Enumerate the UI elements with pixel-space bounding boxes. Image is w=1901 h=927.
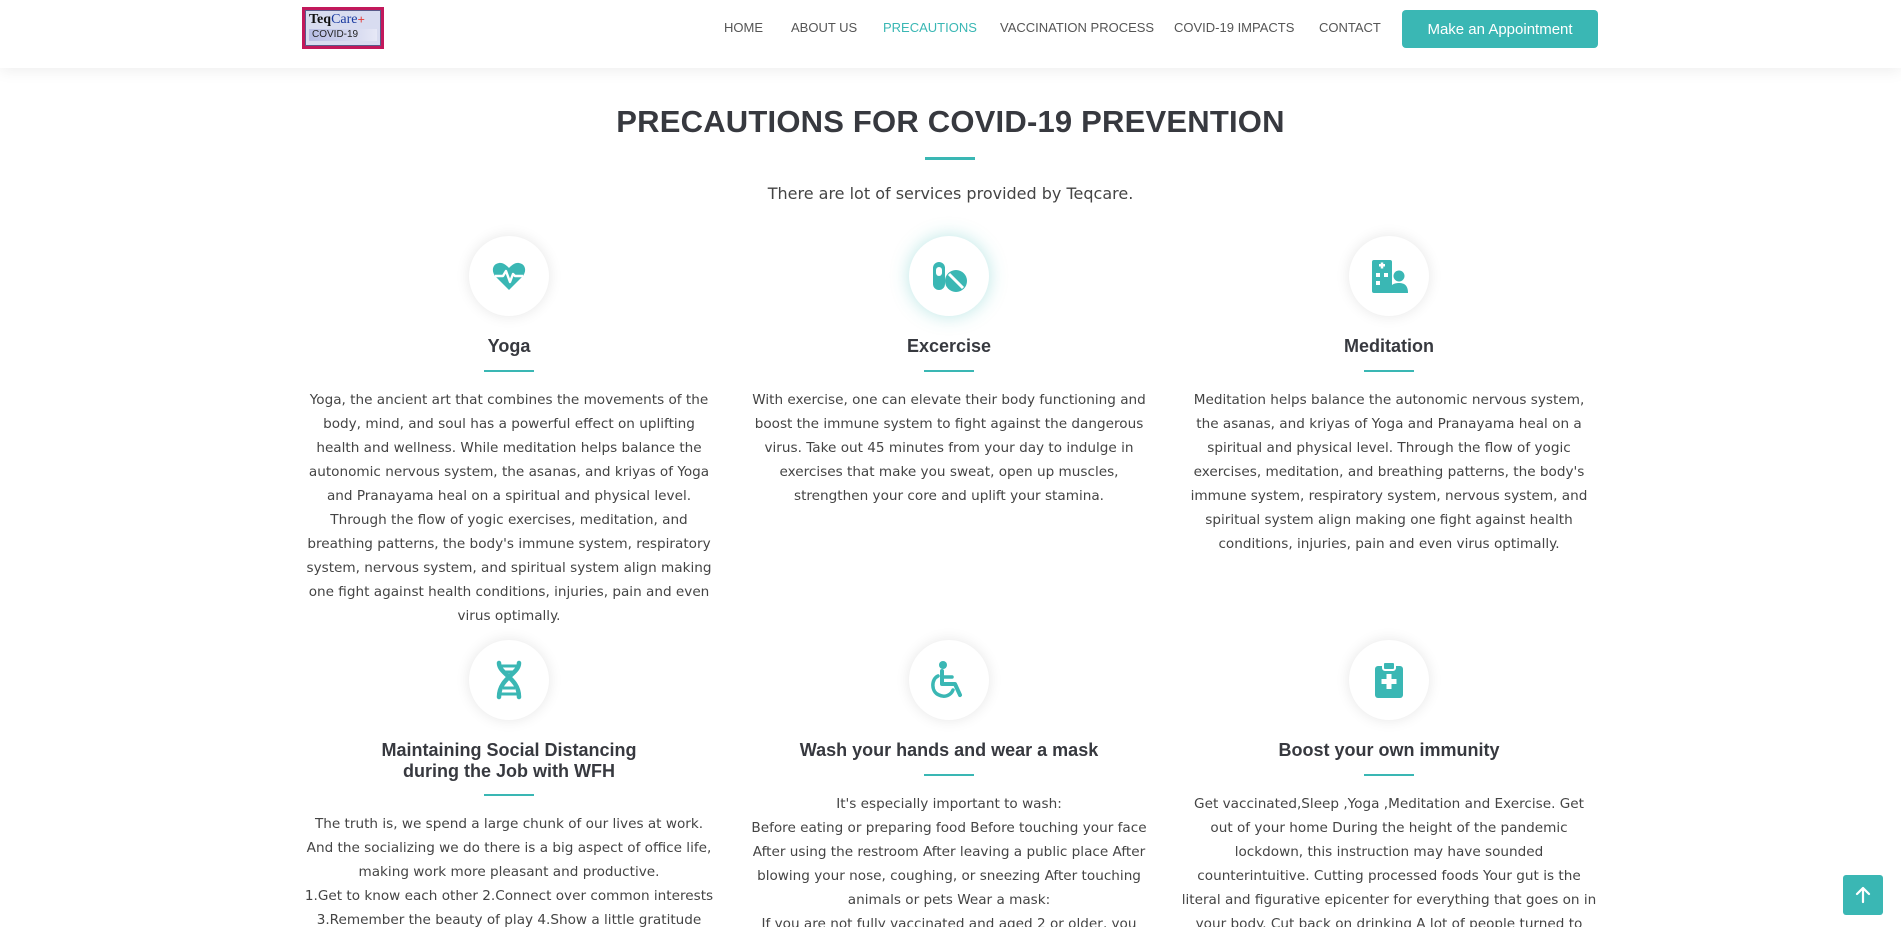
nav-about-us[interactable]: ABOUT US [791, 20, 857, 35]
title-divider [925, 157, 975, 160]
card-divider [484, 370, 534, 372]
arrow-up-icon [1855, 886, 1871, 904]
card-title: Yoga [487, 336, 531, 356]
card-text: The truth is, we spend a large chunk of … [306, 816, 712, 880]
nav-precautions[interactable]: PRECAUTIONS [883, 20, 977, 35]
card-divider [1364, 774, 1414, 776]
section-title: PRECAUTIONS FOR COVID-19 PREVENTION [616, 104, 1285, 139]
card-text: With exercise, one can elevate their bod… [752, 392, 1146, 504]
section-subtitle: There are lot of services provided by Te… [767, 184, 1134, 203]
hospital-user-icon [1349, 236, 1429, 316]
wheelchair-icon [909, 640, 989, 720]
card-text: Get vaccinated,Sleep ,Yoga ,Meditation a… [1181, 796, 1597, 927]
pills-icon [909, 236, 989, 316]
card-text: Yoga, the ancient art that combines the … [306, 392, 712, 624]
card-title: Meditation [1344, 336, 1434, 356]
card-divider [924, 370, 974, 372]
card-title: Wash your hands and wear a mask [799, 740, 1099, 760]
heartbeat-icon [469, 236, 549, 316]
card-title: Maintaining Social Distancing during the… [381, 740, 637, 781]
card-text-list: Before eating or preparing food Before t… [751, 820, 1147, 908]
card-text-more: If you are not fully vaccinated and aged… [761, 916, 1137, 927]
card-divider [484, 794, 534, 796]
card-text: It's especially important to wash: [836, 796, 1062, 812]
card-text: Meditation helps balance the autonomic n… [1190, 392, 1588, 552]
card-divider [924, 774, 974, 776]
nav-vaccination-process[interactable]: VACCINATION PROCESS [1000, 20, 1154, 35]
logo-wordmark: TeqCare+ [309, 12, 365, 27]
make-appointment-button[interactable]: Make an Appointment [1402, 10, 1598, 48]
card-divider [1364, 370, 1414, 372]
site-header: TeqCare+ COVID-19 HOME ABOUT US PRECAUTI… [0, 0, 1901, 68]
logo[interactable]: TeqCare+ COVID-19 [302, 7, 384, 49]
card-text-list: 1.Get to know each other 2.Connect over … [304, 888, 714, 927]
notes-medical-icon [1349, 640, 1429, 720]
scroll-to-top-button[interactable] [1843, 875, 1883, 915]
nav-contact[interactable]: CONTACT [1319, 20, 1381, 35]
dna-icon [469, 640, 549, 720]
card-title: Boost your own immunity [1278, 740, 1500, 760]
logo-subtitle: COVID-19 [309, 29, 377, 41]
card-title: Excercise [906, 336, 992, 356]
nav-covid-impacts[interactable]: COVID-19 IMPACTS [1174, 20, 1294, 35]
nav-home[interactable]: HOME [724, 20, 763, 35]
